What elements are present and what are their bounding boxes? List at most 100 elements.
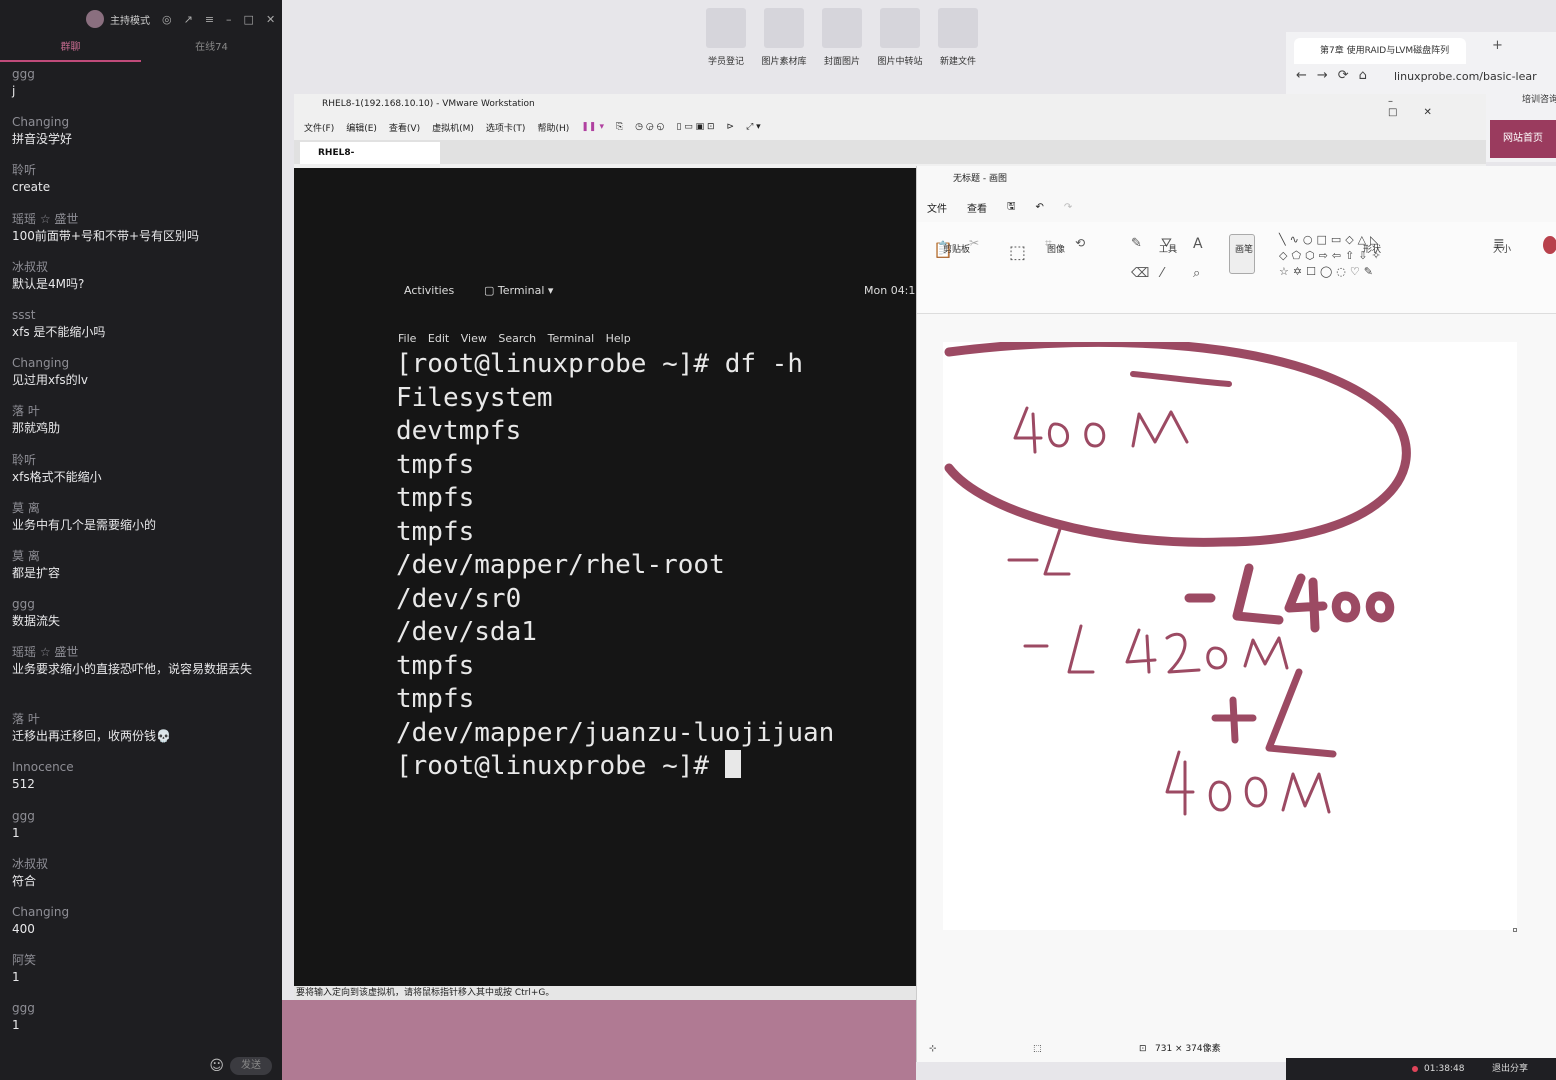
vm-tab[interactable]: RHEL8-1(192.168.10.10) ✕ [300,142,440,180]
terminal-line: tmpfs [396,449,475,480]
message-user[interactable]: 莫 离 [12,548,274,564]
view-mode-icons[interactable]: ▯ ▭ ▣ ⊡ [676,122,714,132]
terminal-menu-help[interactable]: Help [606,332,631,345]
terminal-menu-search[interactable]: Search [498,332,536,345]
undo-icon[interactable]: ↶ [1036,202,1044,213]
pause-icon[interactable]: ❚❚ ▾ [581,122,604,132]
color-swatch[interactable] [1543,236,1556,254]
browser-tab[interactable]: 第7章 使用RAID与LVM磁盘阵列 [1294,38,1466,64]
terminal-menu-file[interactable]: File [398,332,416,345]
exit-share-button[interactable]: 退出分享 [1492,1058,1528,1080]
paint-menu-view[interactable]: 查看 [967,200,987,215]
address-bar[interactable]: linuxprobe.com/basic-lear [1394,70,1537,83]
fullscreen-icon[interactable]: ⤢ ▾ [746,122,761,132]
chat-message: 瑶瑶 ☆ 盛世 100前面带+号和不带+号有区别吗 [12,211,274,259]
redo-icon[interactable]: ↷ [1064,202,1072,213]
desktop-icon[interactable]: 图片中转站 [874,8,926,67]
tab-online[interactable]: 在线74 [141,38,282,62]
message-user[interactable]: ggg [12,596,274,612]
emoji-icon[interactable]: ☺ [209,1058,224,1074]
message-user[interactable]: Innocence [12,759,274,775]
site-banner[interactable]: 网站首页 [1490,120,1556,158]
group-label: 图像 [1047,245,1066,255]
canvas-size-icon: ⊡ [1139,1044,1147,1054]
terminal-output[interactable]: [root@linuxprobe ~]# df -h Filesystem devt… [396,348,834,784]
activities-button[interactable]: Activities [404,278,454,304]
close-icon[interactable]: ✕ [266,13,275,26]
snapshot-icon[interactable]: ◷ ◶ ◵ [635,122,664,132]
message-user[interactable]: ggg [12,1000,274,1016]
select-icon[interactable]: ⬚ [1009,242,1026,263]
drawn-text-400M [1013,406,1189,454]
minimize-icon[interactable]: – [226,13,232,26]
message-user[interactable]: 聆听 [12,452,274,468]
terminal-line: /dev/mapper/rhel-root [396,550,725,580]
desktop-icon[interactable]: 新建文件 [932,8,984,67]
console-icon[interactable]: ⊳ [727,122,735,132]
desktop-icon[interactable]: 封面图片 [816,8,868,67]
paint-menu-file[interactable]: 文件 [927,200,947,215]
message-user[interactable]: ggg [12,808,274,824]
message-user[interactable]: 阿笑 [12,952,274,968]
avatar [86,10,104,28]
selection-size-icon: ⬚ [1033,1044,1042,1054]
zoom-icon[interactable]: ⌕ [1193,266,1200,281]
shapes-gallery[interactable]: ╲∿○□▭◇△◺ ◇⬠⬡⇨⇦⇧⇩✧ ☆✡☐◯◌♡✎ [1279,232,1409,280]
message-user[interactable]: ggg [12,66,274,82]
cut-icon[interactable]: ✂ [969,236,979,250]
terminal-menu-view[interactable]: View [461,332,487,345]
menu-view[interactable]: 查看(V) [389,121,420,134]
menu-icon[interactable]: ≡ [205,13,214,26]
maximize-icon[interactable]: □ [244,13,254,26]
message-user[interactable]: 瑶瑶 ☆ 盛世 [12,644,274,660]
message-text: 符合 [12,873,37,888]
tab-group-chat[interactable]: 群聊 [0,38,141,62]
message-user[interactable]: 瑶瑶 ☆ 盛世 [12,211,274,227]
terminal-app-menu[interactable]: ▢ Terminal ▾ [484,278,553,304]
message-user[interactable]: Changing [12,355,274,371]
message-user[interactable]: Changing [12,904,274,920]
drawing-canvas[interactable] [943,337,1517,930]
message-user[interactable]: 落 叶 [12,711,274,727]
message-list: ggg j Changing 拼音没学好 聆听 create 瑶瑶 ☆ 盛世 100前面带+号… [12,66,274,1049]
menu-help[interactable]: 帮助(H) [537,121,569,134]
bookmark-item[interactable]: 培训咨询 [1522,92,1556,105]
message-text: 拼音没学好 [12,132,73,147]
chat-panel: 主持模式 ◎ ↗ ≡ – □ ✕ 群聊 在线74 ggg j Changing 拼音没… [0,0,282,1080]
message-user[interactable]: 冰叔叔 [12,856,274,872]
desktop-icon[interactable]: 图片素材库 [758,8,810,67]
window-controls[interactable]: –□✕ [1388,96,1486,118]
vm-screen[interactable]: Activities ▢ Terminal ▾ Mon 04:1 File Ed… [294,168,916,986]
text-icon[interactable]: A [1193,236,1203,252]
desktop-icon[interactable]: 学员登记 [700,8,752,67]
terminal-menu-terminal[interactable]: Terminal [548,332,595,345]
menu-tabs[interactable]: 选项卡(T) [486,121,526,134]
chat-message: Changing 见过用xfs的lv [12,355,274,403]
message-user[interactable]: 聆听 [12,162,274,178]
popout-icon[interactable]: ↗ [184,13,193,26]
rotate-icon[interactable]: ⟲ [1075,236,1085,250]
message-user[interactable]: ssst [12,307,274,323]
message-user[interactable]: Changing [12,114,274,130]
chat-titlebar: 主持模式 ◎ ↗ ≡ – □ ✕ [0,0,282,38]
menu-edit[interactable]: 编辑(E) [346,121,377,134]
hand-drawing [944,337,1411,816]
send-keys-icon[interactable]: ⎘ [616,122,623,132]
pencil-icon[interactable]: ✎ [1131,236,1142,251]
message-user[interactable]: 冰叔叔 [12,259,274,275]
menu-file[interactable]: 文件(F) [304,121,334,134]
new-tab-icon[interactable]: + [1492,38,1503,53]
browser-nav-icons[interactable]: ←→⟳⌂ [1296,68,1377,83]
send-button[interactable]: 发送 [230,1057,272,1075]
resize-handle[interactable] [1513,928,1517,932]
terminal-menu-edit[interactable]: Edit [428,332,449,345]
menu-vm[interactable]: 虚拟机(M) [432,121,474,134]
settings-icon[interactable]: ◎ [162,13,172,26]
terminal-line: Filesystem [396,382,553,413]
picker-icon[interactable]: ⁄ [1161,266,1163,281]
save-icon[interactable]: 🖫 [1007,199,1016,216]
message-user[interactable]: 落 叶 [12,403,274,419]
host-mode-label: 主持模式 [110,15,150,27]
message-user[interactable]: 莫 离 [12,500,274,516]
eraser-icon[interactable]: ⌫ [1131,266,1149,281]
